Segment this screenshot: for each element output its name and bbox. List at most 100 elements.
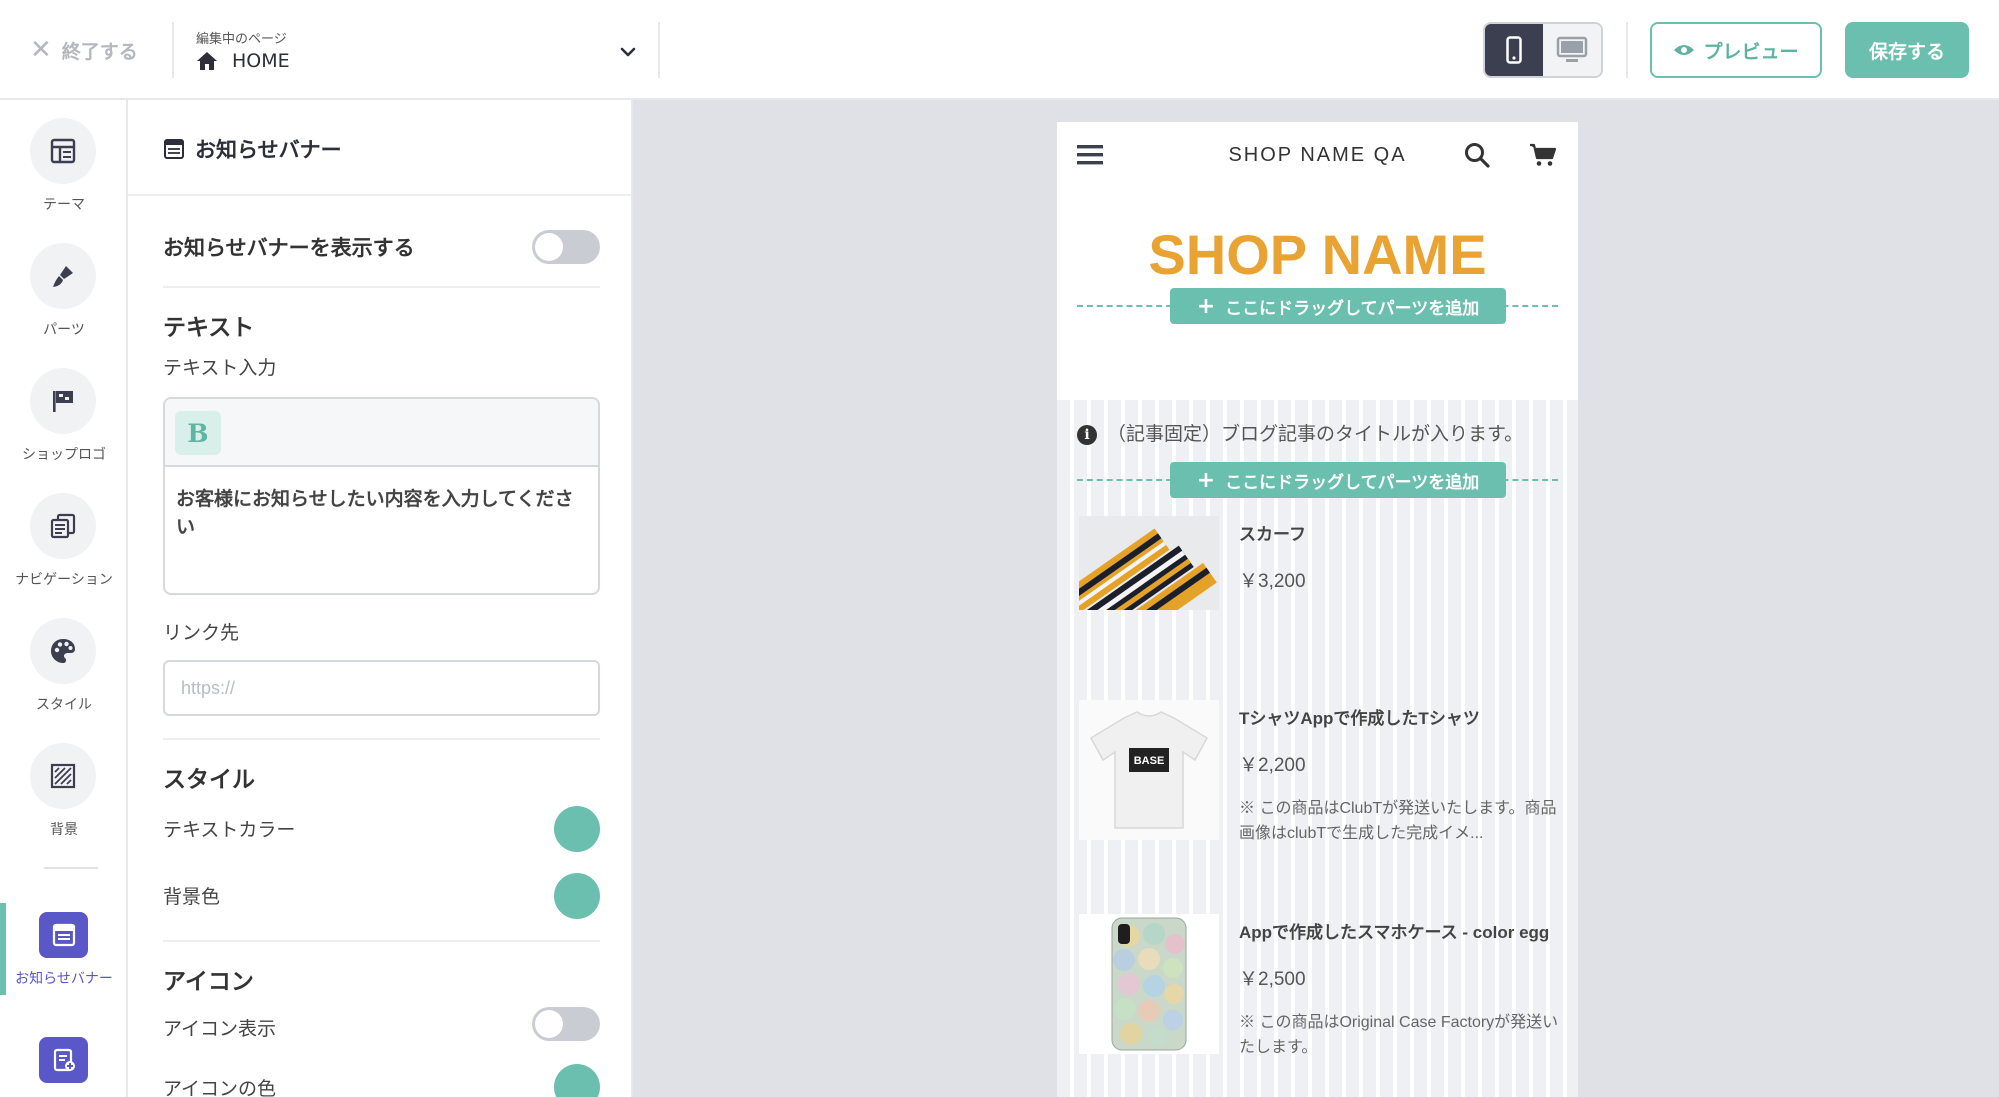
show-banner-toggle[interactable]	[532, 230, 600, 264]
divider	[172, 22, 174, 78]
cart-icon[interactable]	[1529, 143, 1557, 167]
rail-icon-square	[39, 912, 88, 958]
exit-button[interactable]: ✕ 終了する	[30, 34, 138, 66]
preview-canvas: SHOP NAME QA SHOP NAME + ここにドラッグしてパーツを追加…	[633, 100, 1999, 1097]
rail-item-shop-logo[interactable]: ショップロゴ	[0, 368, 128, 478]
preview-label: プレビュー	[1703, 40, 1799, 63]
page-selector-caption: 編集中のページ	[196, 32, 287, 47]
style-section-title: スタイル	[163, 767, 255, 793]
page-add-icon	[53, 1048, 75, 1072]
search-icon[interactable]	[1464, 142, 1490, 168]
toggle-knob	[535, 1010, 563, 1038]
rail-icon-circle	[30, 743, 96, 809]
toggle-knob	[535, 233, 563, 261]
text-color-swatch[interactable]	[554, 806, 600, 852]
info-icon: i	[1077, 425, 1097, 445]
icon-display-toggle[interactable]	[532, 1007, 600, 1041]
close-icon: ✕	[30, 35, 52, 65]
exit-label: 終了する	[61, 40, 138, 63]
product-item[interactable]: BASE TシャツAppで作成したTシャツ ￥2,200 ※ この商品はClub…	[1057, 700, 1578, 850]
rail-icon-circle	[30, 368, 96, 434]
bold-button[interactable]: B	[175, 411, 221, 455]
rail-label: スタイル	[36, 697, 92, 713]
page-selector-value: HOME	[196, 50, 290, 72]
banner-icon	[164, 139, 184, 159]
settings-panel: お知らせバナー お知らせバナーを表示する テキスト テキスト入力 B お客様にお…	[128, 100, 633, 1097]
mobile-preview: SHOP NAME QA SHOP NAME + ここにドラッグしてパーツを追加…	[1057, 122, 1578, 1097]
divider	[1626, 22, 1628, 78]
product-price: ￥2,500	[1239, 969, 1306, 990]
text-section-title: テキスト	[163, 315, 255, 341]
product-note: ※ この商品はClubTが発送いたします。商品画像はclubTで生成した完成イメ…	[1239, 800, 1557, 842]
rail-item-theme[interactable]: テーマ	[0, 118, 128, 228]
add-part-button[interactable]: + ここにドラッグしてパーツを追加	[1170, 462, 1506, 498]
desktop-view-button[interactable]	[1543, 24, 1601, 76]
link-label: リンク先	[163, 622, 240, 644]
rail-item-more[interactable]	[0, 1037, 128, 1097]
drop-zone-label: ここにドラッグしてパーツを追加	[1225, 472, 1480, 493]
rail-label: ナビゲーション	[15, 572, 113, 588]
rail-item-notice-banner[interactable]: お知らせバナー	[0, 912, 128, 1022]
shop-header: SHOP NAME QA	[1057, 122, 1578, 190]
rail-label: 背景	[50, 822, 78, 838]
preview-button[interactable]: プレビュー	[1650, 22, 1822, 78]
rail-icon-circle	[30, 618, 96, 684]
mobile-view-button[interactable]	[1485, 24, 1543, 76]
pinned-blog-item[interactable]: i （記事固定）ブログ記事のタイトルが入ります。	[1077, 422, 1537, 446]
panel-header: お知らせバナー	[128, 100, 631, 196]
product-price: ￥3,200	[1239, 571, 1306, 592]
icon-color-swatch[interactable]	[554, 1064, 600, 1097]
rail-icon-circle	[30, 243, 96, 309]
add-part-button[interactable]: + ここにドラッグしてパーツを追加	[1170, 288, 1506, 324]
link-url-input[interactable]	[163, 660, 600, 716]
page-name: HOME	[232, 50, 290, 72]
icon-section-title: アイコン	[163, 969, 254, 995]
rail-label: パーツ	[43, 322, 85, 338]
rail-item-navigation[interactable]: ナビゲーション	[0, 493, 128, 603]
banner-icon	[52, 923, 75, 947]
bg-color-label: 背景色	[163, 886, 221, 908]
brush-icon	[53, 266, 73, 287]
product-image	[1079, 516, 1219, 656]
smartphone-icon	[1506, 36, 1522, 64]
divider	[658, 22, 660, 78]
product-name: Appで作成したスマホケース - color egg	[1239, 923, 1550, 942]
product-name: スカーフ	[1239, 525, 1306, 544]
plus-icon: +	[1196, 293, 1216, 319]
bg-color-swatch[interactable]	[554, 873, 600, 919]
product-item[interactable]: スカーフ ￥3,200	[1057, 516, 1578, 666]
shop-logo-text: SHOP NAME	[1148, 223, 1487, 286]
product-name: TシャツAppで作成したTシャツ	[1239, 709, 1480, 728]
tshirt-image: BASE	[1079, 700, 1219, 840]
shop-name-header: SHOP NAME QA	[1228, 144, 1407, 166]
hatched-square-icon	[50, 763, 76, 789]
rail-separator	[44, 867, 98, 869]
page-selector[interactable]: 編集中のページ HOME	[196, 26, 646, 78]
rail-item-style[interactable]: スタイル	[0, 618, 128, 728]
plus-icon: +	[1196, 467, 1216, 493]
rail-item-background[interactable]: 背景	[0, 743, 128, 853]
rail-icon-circle	[30, 493, 96, 559]
rail-icon-square	[39, 1037, 88, 1083]
eye-icon	[1674, 45, 1695, 55]
editor-content[interactable]: お客様にお知らせしたい内容を入力してください	[176, 485, 588, 541]
rail-label: ショップロゴ	[22, 447, 106, 463]
rail-icon-circle	[30, 118, 96, 184]
device-toggle	[1483, 22, 1603, 78]
product-price: ￥2,200	[1239, 755, 1306, 776]
chevron-down-icon	[620, 47, 636, 57]
icon-color-label: アイコンの色	[163, 1078, 277, 1097]
palette-icon	[51, 639, 75, 663]
phone-case-image	[1079, 914, 1219, 1054]
rich-text-editor[interactable]: B お客様にお知らせしたい内容を入力してください	[163, 397, 600, 595]
text-input-label: テキスト入力	[163, 357, 277, 379]
drop-zone[interactable]: + ここにドラッグしてパーツを追加	[1077, 462, 1558, 498]
rail-item-parts[interactable]: パーツ	[0, 243, 128, 353]
panel-title: お知らせバナー	[163, 134, 342, 164]
divider	[163, 286, 600, 288]
rail-label: お知らせバナー	[15, 971, 113, 987]
product-item[interactable]: Appで作成したスマホケース - color egg ￥2,500 ※ この商品…	[1057, 914, 1578, 1064]
save-button[interactable]: 保存する	[1845, 22, 1969, 78]
drop-zone[interactable]: + ここにドラッグしてパーツを追加	[1077, 288, 1558, 324]
drop-zone-label: ここにドラッグしてパーツを追加	[1225, 298, 1480, 319]
